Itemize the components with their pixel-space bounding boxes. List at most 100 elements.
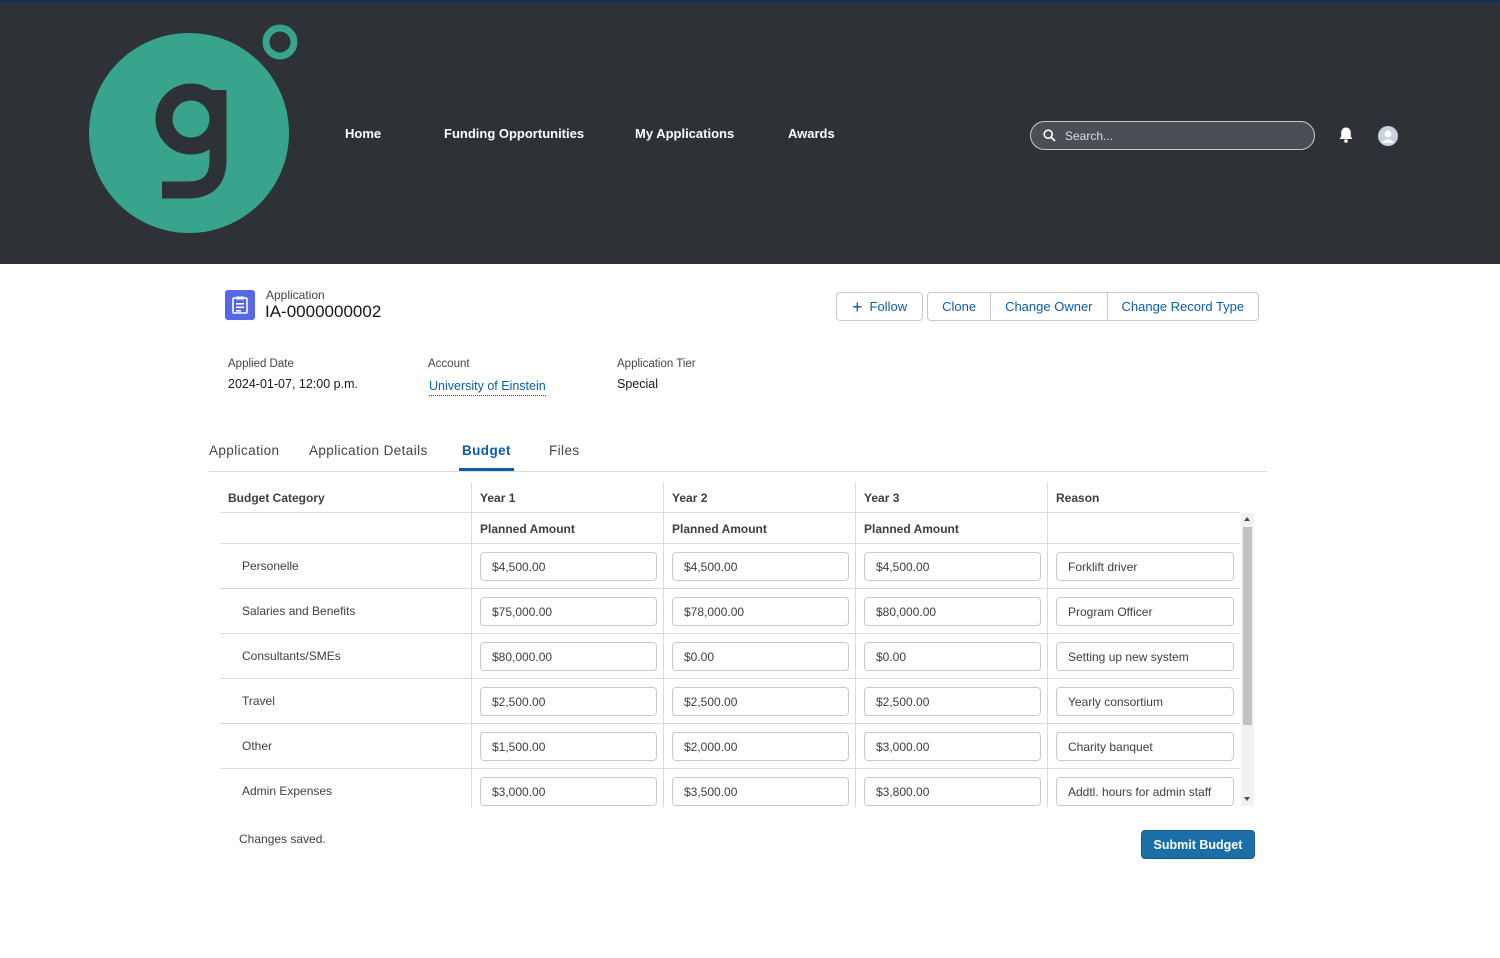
year-3-cell [855, 769, 1047, 808]
bell-icon[interactable] [1337, 126, 1355, 144]
header-budget-category: Budget Category [228, 491, 325, 505]
nav-my-applications[interactable]: My Applications [635, 126, 734, 141]
year-3-cell [855, 544, 1047, 589]
scrollbar-thumb[interactable] [1243, 527, 1252, 725]
subheader-empty [220, 513, 471, 544]
reason-input[interactable] [1056, 552, 1234, 581]
record-type-label: Application [266, 288, 325, 302]
year-3-amount-input[interactable] [864, 732, 1041, 761]
year-3-cell [855, 634, 1047, 679]
account-label: Account [428, 358, 470, 370]
tab-budget[interactable]: Budget [462, 443, 511, 458]
table-body: Personelle Salaries and Benefits Consult… [220, 544, 1254, 808]
table-scrollbar[interactable] [1241, 513, 1254, 806]
year-2-amount-input[interactable] [672, 777, 849, 806]
reason-input[interactable] [1056, 597, 1234, 626]
year-2-amount-input[interactable] [672, 687, 849, 716]
header-year-3: Year 3 [855, 482, 1047, 513]
follow-button[interactable]: + Follow [836, 292, 924, 321]
year-1-amount-input[interactable] [480, 552, 657, 581]
budget-category: Consultants/SMEs [242, 649, 341, 663]
clone-button[interactable]: Clone [927, 292, 992, 321]
record-actions: + Follow Clone Change Owner Change Recor… [836, 292, 1260, 321]
scroll-up-arrow-icon[interactable] [1244, 517, 1250, 521]
table-subheader-row: Planned Amount Planned Amount Planned Am… [220, 513, 1240, 544]
search-input[interactable] [1065, 125, 1305, 147]
year-2-amount-input[interactable] [672, 732, 849, 761]
scroll-down-arrow-icon[interactable] [1244, 797, 1250, 801]
reason-cell [1047, 544, 1240, 589]
year-3-cell [855, 589, 1047, 634]
year-1-amount-input[interactable] [480, 597, 657, 626]
application-record-icon [225, 290, 255, 320]
save-status-text: Changes saved. [239, 832, 326, 846]
year-1-amount-input[interactable] [480, 642, 657, 671]
table-row: Travel [220, 679, 1240, 724]
year-2-cell [663, 634, 855, 679]
year-3-amount-input[interactable] [864, 642, 1041, 671]
year-1-amount-input[interactable] [480, 777, 657, 806]
search-box[interactable] [1030, 121, 1315, 150]
nav-home[interactable]: Home [345, 126, 381, 141]
nav-funding-opportunities[interactable]: Funding Opportunities [444, 126, 584, 141]
account-value-wrap: University of Einstein [429, 379, 546, 396]
year-2-amount-input[interactable] [672, 642, 849, 671]
year-1-cell [471, 589, 663, 634]
year-1-cell [471, 769, 663, 808]
record-name: IA-0000000002 [265, 302, 382, 321]
application-tier-value: Special [617, 377, 658, 391]
reason-cell [1047, 589, 1240, 634]
year-2-amount-input[interactable] [672, 552, 849, 581]
reason-cell [1047, 634, 1240, 679]
submit-budget-button[interactable]: Submit Budget [1141, 830, 1255, 859]
budget-category: Other [242, 739, 273, 753]
search-icon [1043, 129, 1056, 142]
applied-date-label: Applied Date [228, 358, 294, 370]
year-3-amount-input[interactable] [864, 777, 1041, 806]
reason-input[interactable] [1056, 777, 1234, 806]
active-tab-indicator [459, 468, 514, 471]
year-1-amount-input[interactable] [480, 687, 657, 716]
tab-application-details[interactable]: Application Details [309, 443, 428, 458]
reason-input[interactable] [1056, 732, 1234, 761]
year-3-amount-input[interactable] [864, 597, 1041, 626]
table-row: Other [220, 724, 1240, 769]
applied-date-value: 2024-01-07, 12:00 p.m. [228, 377, 358, 391]
year-2-cell [663, 589, 855, 634]
record-tabs: Application Application Details Budget F… [209, 440, 1267, 472]
account-link[interactable]: University of Einstein [429, 379, 546, 396]
brand-logo[interactable] [88, 22, 300, 236]
site-header: Home Funding Opportunities My Applicatio… [0, 3, 1500, 264]
reason-input[interactable] [1056, 687, 1234, 716]
year-1-amount-input[interactable] [480, 732, 657, 761]
change-record-type-button[interactable]: Change Record Type [1107, 292, 1260, 321]
reason-input[interactable] [1056, 642, 1234, 671]
table-row: Consultants/SMEs [220, 634, 1240, 679]
tab-application[interactable]: Application [209, 443, 279, 458]
year-3-cell [855, 679, 1047, 724]
user-avatar-icon[interactable] [1378, 126, 1398, 146]
budget-category: Salaries and Benefits [242, 604, 356, 618]
subheader-planned-amount-y1: Planned Amount [471, 513, 663, 544]
header-year-2: Year 2 [663, 482, 855, 513]
year-2-amount-input[interactable] [672, 597, 849, 626]
change-owner-button[interactable]: Change Owner [991, 292, 1108, 321]
subheader-planned-amount-y3: Planned Amount [855, 513, 1047, 544]
subheader-reason-empty [1047, 513, 1240, 544]
nav-awards[interactable]: Awards [788, 126, 835, 141]
budget-category: Travel [242, 694, 275, 708]
year-1-cell [471, 724, 663, 769]
year-2-cell [663, 544, 855, 589]
table-header-row: Budget Category Year 1 Year 2 Year 3 Rea… [220, 482, 1240, 513]
table-row: Salaries and Benefits [220, 589, 1240, 634]
year-3-amount-input[interactable] [864, 552, 1041, 581]
year-3-amount-input[interactable] [864, 687, 1041, 716]
subheader-planned-amount-y2: Planned Amount [663, 513, 855, 544]
year-1-cell [471, 544, 663, 589]
year-3-cell [855, 724, 1047, 769]
reason-cell [1047, 724, 1240, 769]
tab-files[interactable]: Files [549, 443, 580, 458]
year-1-cell [471, 634, 663, 679]
year-2-cell [663, 769, 855, 808]
header-year-1: Year 1 [471, 482, 663, 513]
